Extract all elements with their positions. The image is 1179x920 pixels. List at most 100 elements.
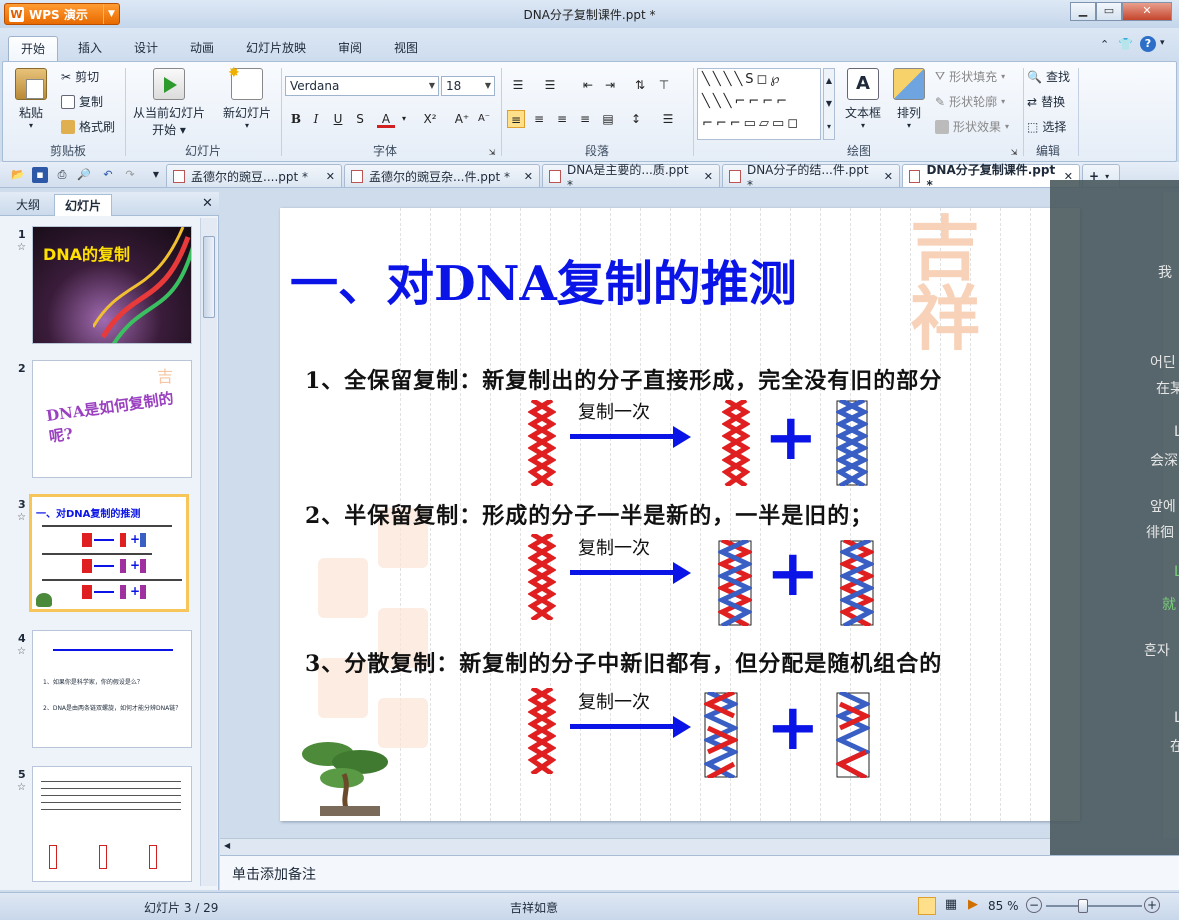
thumb-number: 4 — [18, 632, 26, 645]
zoom-in-icon[interactable]: + — [1144, 897, 1160, 913]
italic-button[interactable]: I — [307, 110, 325, 128]
tab-animation[interactable]: 动画 — [178, 36, 226, 62]
print-preview-icon[interactable]: 🔎 — [76, 167, 92, 183]
tab-view[interactable]: 视图 — [382, 36, 430, 62]
editor-hscrollbar[interactable]: ◀ — [220, 838, 1050, 855]
print-icon[interactable]: ⎙ — [54, 167, 70, 183]
font-dialog-launcher[interactable]: ⇲ — [483, 144, 501, 162]
doc-tab[interactable]: 孟德尔的豌豆....ppt * ✕ — [166, 164, 342, 187]
skin-icon[interactable]: 👕 — [1118, 37, 1133, 51]
tab-design[interactable]: 设计 — [122, 36, 170, 62]
tab-review[interactable]: 审阅 — [326, 36, 374, 62]
text-direction-button[interactable]: ⇅ — [631, 76, 649, 94]
slide-bullet-1[interactable]: 1、全保留复制：新复制出的分子直接形成，完全没有旧的部分 — [305, 363, 942, 395]
distribute-button[interactable]: ▤ — [599, 110, 617, 128]
help-dropdown-icon[interactable]: ▾ — [1160, 38, 1165, 48]
shape-outline-button[interactable]: ✎ 形状轮廓 ▾ — [935, 93, 1005, 110]
cut-button[interactable]: ✂ 剪切 — [61, 68, 99, 85]
close-tab-icon[interactable]: ✕ — [884, 170, 893, 183]
play-from-current-button[interactable]: 从当前幻灯片 开始 ▾ — [131, 68, 207, 138]
shadow-button[interactable]: S — [351, 110, 369, 128]
font-size-select[interactable]: 18 ▼ — [441, 76, 495, 96]
redo-icon[interactable]: ↷ — [122, 167, 138, 183]
slide-bullet-3[interactable]: 3、分散复制：新复制的分子中新旧都有，但分配是随机组合的 — [305, 646, 942, 678]
drawing-dialog-launcher[interactable]: ⇲ — [1005, 144, 1023, 162]
doc-tab[interactable]: 孟德尔的豌豆杂...件.ppt * ✕ — [344, 164, 540, 187]
customize-toolbar-icon[interactable]: ▼ — [148, 167, 164, 183]
font-color-button[interactable]: A — [377, 110, 395, 128]
increase-indent-button[interactable]: ⇥ — [601, 76, 619, 94]
slide-thumbnail-1[interactable]: DNA的复制 — [32, 226, 192, 344]
close-panel-icon[interactable]: ✕ — [202, 196, 213, 211]
save-icon[interactable]: ▪ — [32, 167, 48, 183]
paste-button[interactable]: 粘贴 ▾ — [11, 68, 51, 130]
current-slide[interactable]: 吉祥 一、对DNA复制的推测 1、全保留复制：新复制出的分子直接形成，完全没有旧… — [280, 208, 1080, 821]
collapse-ribbon-icon[interactable]: ⌃ — [1100, 38, 1109, 51]
slide-thumbnail-4[interactable]: 1、如果你是科学家，你的假设是么？ 2、DNA是由两条链双螺旋，如何才能分辨DN… — [32, 630, 192, 748]
slide-thumbnail-3[interactable]: 一、对DNA复制的推测 + + + — [29, 494, 189, 612]
paragraph-spacing-button[interactable]: ☰ — [659, 110, 677, 128]
find-button[interactable]: 🔍 查找 — [1027, 68, 1070, 85]
chevron-down-icon: ▼ — [428, 81, 436, 90]
grow-font-button[interactable]: A⁺ — [453, 110, 471, 128]
zoom-slider-thumb[interactable] — [1078, 899, 1088, 913]
align-text-button[interactable]: ⊤ — [655, 76, 673, 94]
open-icon[interactable]: 📂 — [10, 167, 26, 183]
sorter-view-icon[interactable]: ▦ — [942, 897, 960, 915]
zoom-out-icon[interactable]: − — [1026, 897, 1042, 913]
align-left-button[interactable]: ≡ — [507, 110, 525, 128]
scroll-thumb[interactable] — [203, 236, 215, 318]
new-slide-button[interactable]: ✸ 新幻灯片 ▾ — [219, 65, 275, 130]
divider — [693, 68, 694, 156]
bullets-button[interactable]: ☰ — [509, 76, 527, 94]
close-button[interactable]: ✕ — [1122, 2, 1172, 21]
arrange-button[interactable]: 排列 ▾ — [887, 68, 931, 130]
tab-home[interactable]: 开始 — [8, 36, 59, 62]
align-center-button[interactable]: ≡ — [530, 110, 548, 128]
slide-thumbnail-2[interactable]: DNA是如何复制的呢? 吉 — [32, 360, 192, 478]
help-icon[interactable]: ? — [1140, 36, 1156, 52]
shape-effect-button[interactable]: 形状效果 ▾ — [935, 118, 1009, 135]
close-tab-icon[interactable]: ✕ — [704, 170, 713, 183]
line-spacing-button[interactable]: ↕ — [627, 110, 645, 128]
superscript-button[interactable]: X² — [421, 110, 439, 128]
shapes-gallery-scroll[interactable]: ▲ ▼ ▾ — [823, 68, 835, 140]
align-right-button[interactable]: ≡ — [553, 110, 571, 128]
tab-insert[interactable]: 插入 — [66, 36, 114, 62]
notes-pane[interactable]: 单击添加备注 — [220, 855, 1179, 890]
shapes-gallery[interactable]: ╲╲╲╲S◻℘ ╲╲╲⌐⌐⌐⌐ ⌐⌐⌐▭▱▭◻ — [697, 68, 821, 140]
doc-tab[interactable]: DNA是主要的...质.ppt * ✕ — [542, 163, 720, 192]
doc-tab[interactable]: DNA分子的结...件.ppt * ✕ — [722, 163, 900, 192]
slide-bullet-2[interactable]: 2、半保留复制：形成的分子一半是新的，一半是旧的； — [305, 498, 873, 530]
minimize-button[interactable]: ▁ — [1070, 2, 1096, 21]
decrease-indent-button[interactable]: ⇤ — [579, 76, 597, 94]
tab-outline[interactable]: 大纲 — [6, 194, 50, 216]
select-button[interactable]: ⬚ 选择 — [1027, 118, 1066, 135]
scroll-left-icon[interactable]: ◀ — [224, 841, 230, 850]
close-tab-icon[interactable]: ✕ — [524, 170, 533, 183]
underline-button[interactable]: U — [329, 110, 347, 128]
maximize-button[interactable]: ▭ — [1096, 2, 1122, 21]
zoom-slider[interactable] — [1046, 905, 1142, 907]
undo-icon[interactable]: ↶ — [100, 167, 116, 183]
shape-fill-button[interactable]: ⛛ 形状填充 ▾ — [935, 68, 1005, 85]
panel-scrollbar[interactable] — [200, 218, 217, 886]
replace-button[interactable]: ⇄ 替换 — [1027, 93, 1065, 110]
slide-thumbnail-5[interactable] — [32, 766, 192, 882]
font-name-select[interactable]: Verdana ▼ — [285, 76, 439, 96]
text-box-button[interactable]: A 文本框 ▾ — [841, 68, 885, 130]
tab-slideshow[interactable]: 幻灯片放映 — [234, 36, 318, 62]
normal-view-icon[interactable] — [918, 897, 936, 915]
justify-button[interactable]: ≡ — [576, 110, 594, 128]
bold-button[interactable]: B — [287, 110, 305, 128]
ppt-file-icon — [173, 169, 185, 183]
slideshow-view-icon[interactable]: ▶ — [964, 897, 982, 915]
numbering-button[interactable]: ☰ — [541, 76, 559, 94]
format-painter-button[interactable]: 格式刷 — [61, 118, 115, 135]
close-tab-icon[interactable]: ✕ — [326, 170, 335, 183]
copy-button[interactable]: 复制 — [61, 93, 103, 110]
shrink-font-button[interactable]: A⁻ — [475, 110, 493, 128]
slide-title[interactable]: 一、对DNA复制的推测 — [290, 244, 797, 314]
chevron-down-icon[interactable]: ▾ — [395, 110, 413, 128]
tab-slides[interactable]: 幻灯片 — [54, 194, 113, 216]
